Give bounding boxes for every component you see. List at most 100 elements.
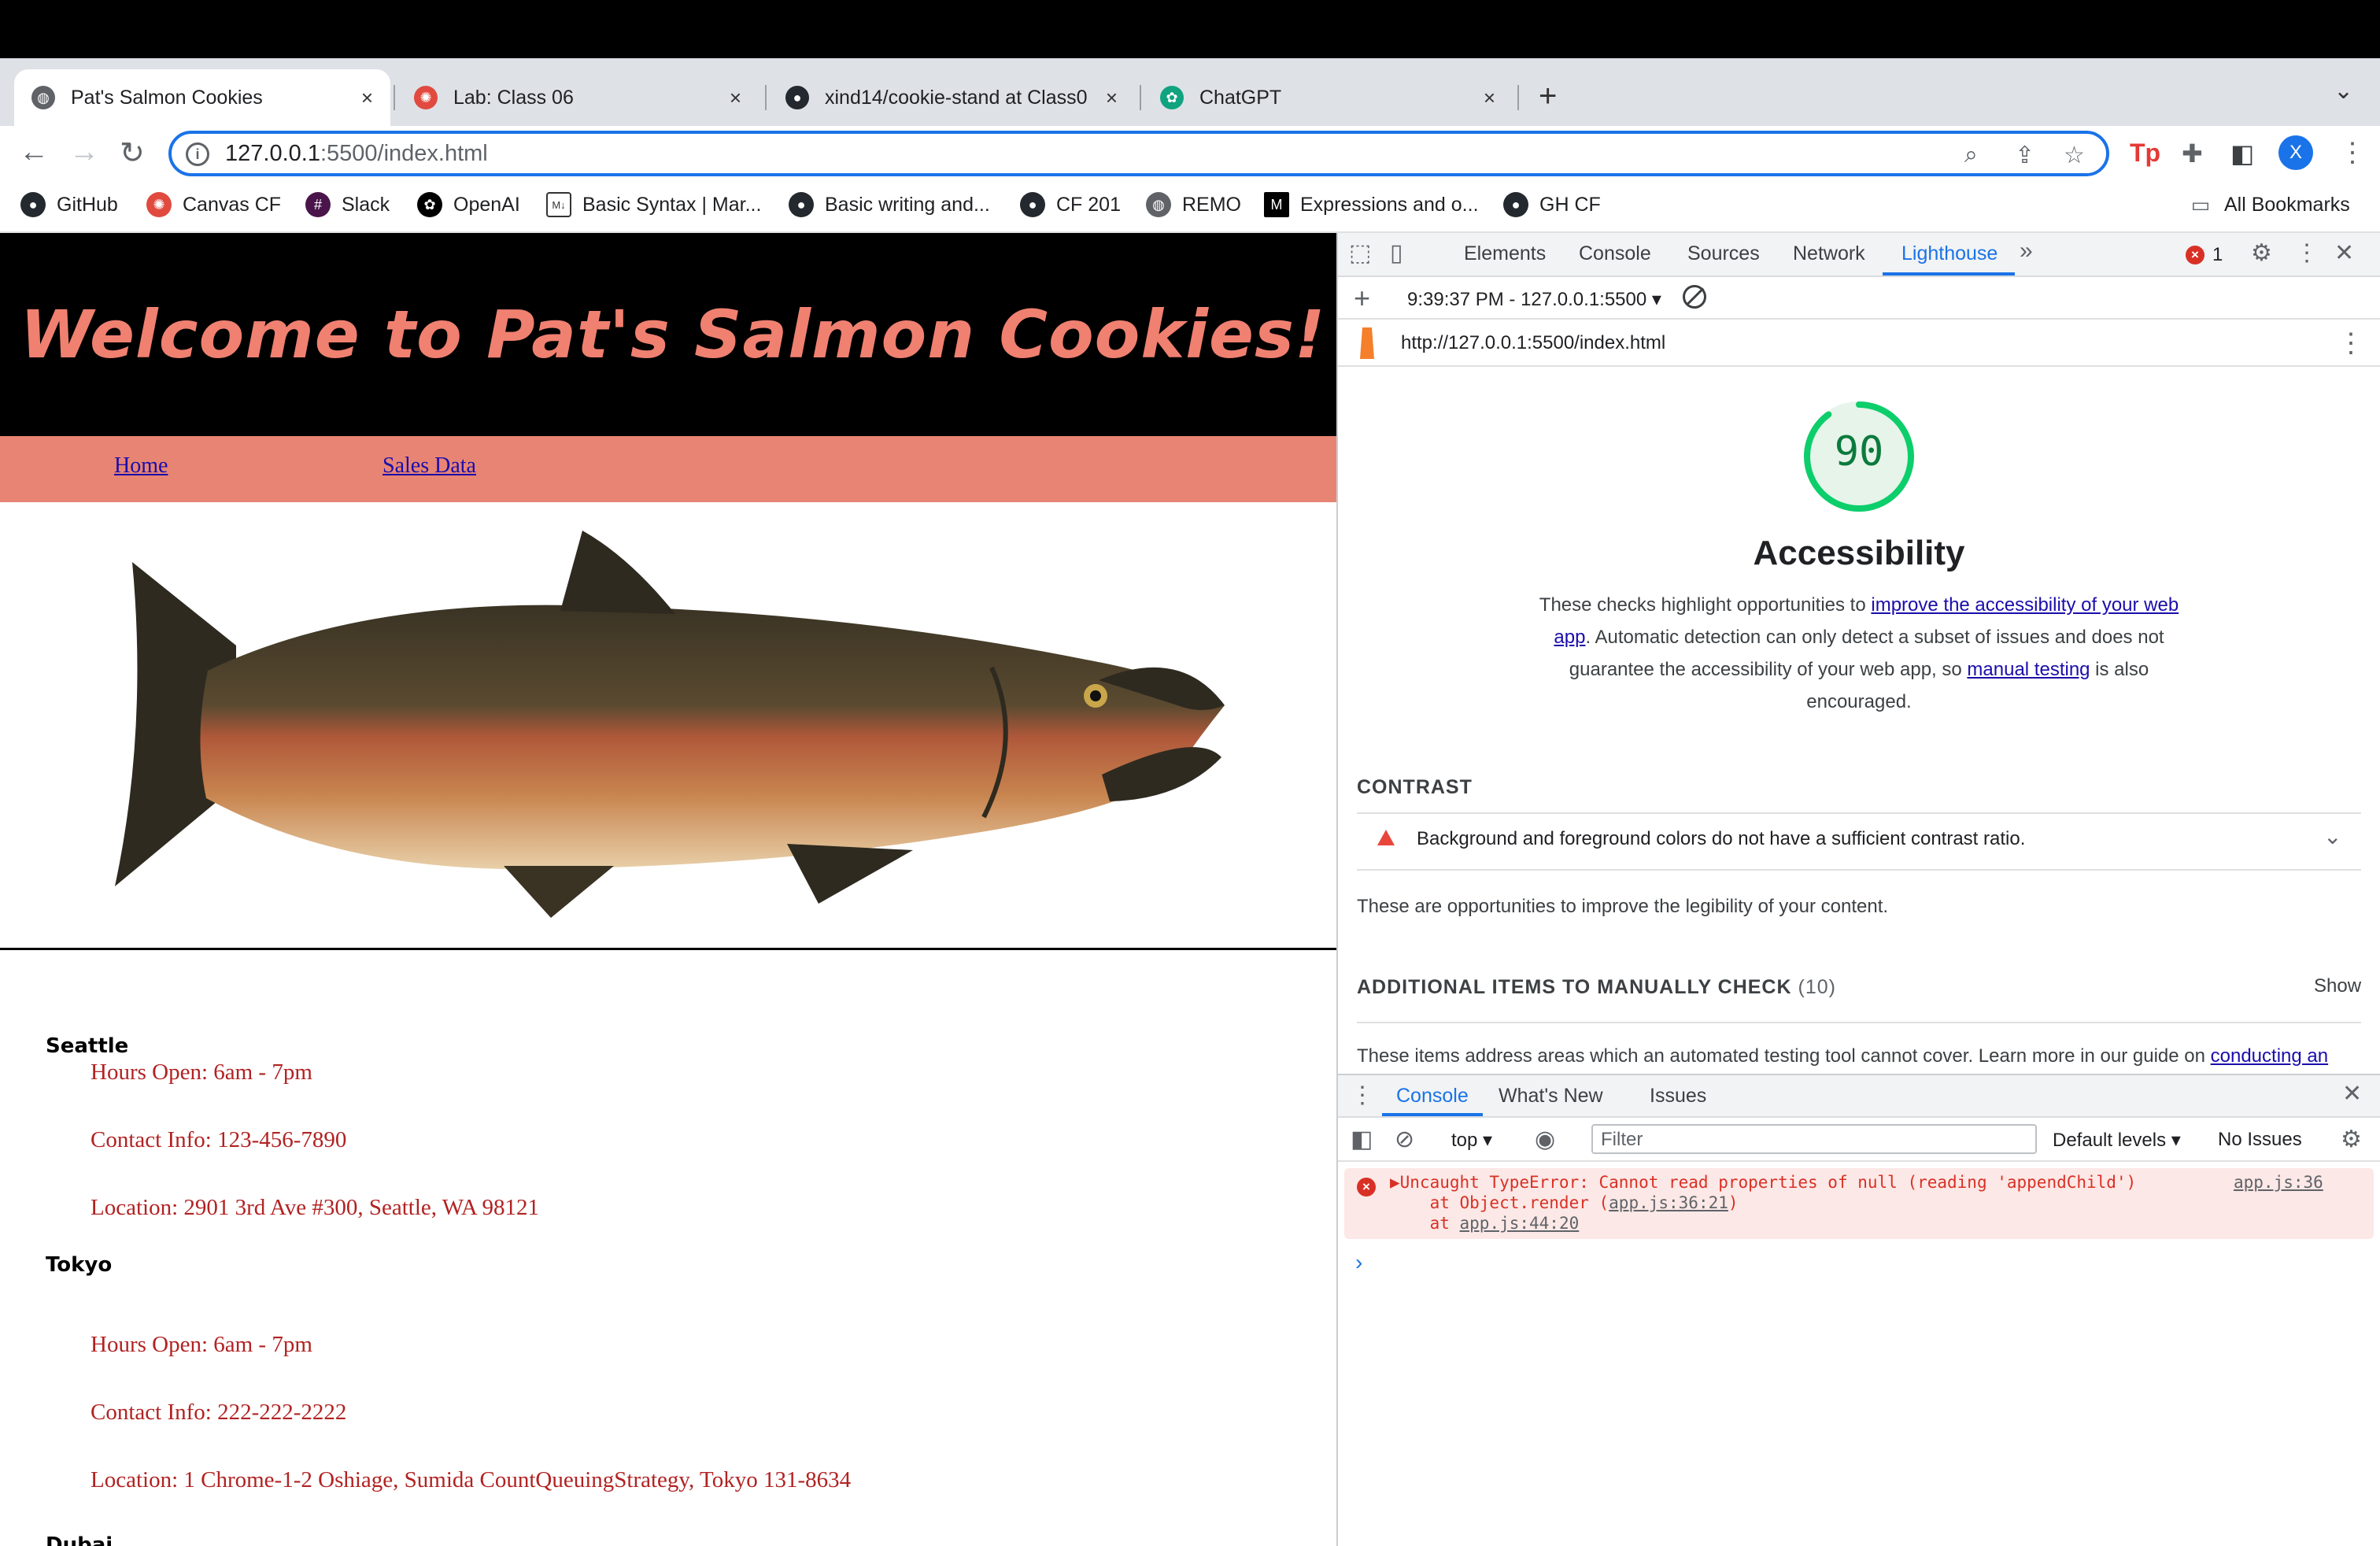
console-prompt[interactable]: › [1355,1250,1362,1275]
openai-icon: ✿ [417,192,442,217]
bookmarks-bar: ● GitHub ✺ Canvas CF # Slack ✿ OpenAI M↓ Basi… [0,183,2380,233]
lighthouse-url-row: http://127.0.0.1:5500/index.html ⋮ [1338,320,2380,367]
bookmark-gh-cf[interactable]: ● GH CF [1503,192,1601,217]
drawer-tab-whats-new[interactable]: What's New [1499,1085,1603,1108]
divider [0,948,1336,950]
new-tab-button[interactable]: + [1539,79,1557,114]
error-source-link[interactable]: app.js:36 [2234,1173,2323,1192]
device-toggle-icon[interactable]: ▯ [1390,239,1403,267]
folder-icon: ▭ [2190,192,2211,216]
tokyo-contact: Contact Info: 222-222-2222 [91,1400,347,1425]
divider [1357,869,2361,871]
close-icon[interactable]: × [1484,86,1495,110]
context-selector[interactable]: top ▾ [1451,1129,1492,1152]
close-icon[interactable]: × [1106,86,1118,110]
drawer-tabbar: ⋮ Console What's New Issues ✕ [1338,1075,2380,1118]
tab-console[interactable]: Console [1579,242,1651,265]
settings-gear-icon[interactable]: ⚙ [2251,239,2272,267]
live-expression-eye-icon[interactable]: ◉ [1535,1126,1555,1153]
manual-check-heading[interactable]: ADDITIONAL ITEMS TO MANUALLY CHECK (10) [1357,976,1836,999]
zoom-icon[interactable]: ⌕ [1964,142,1978,168]
issues-count[interactable]: No Issues [2218,1129,2302,1151]
tab-search-chevron-icon[interactable]: ⌄ [2334,77,2353,105]
new-report-icon[interactable]: + [1354,282,1370,315]
console-settings-gear-icon[interactable]: ⚙ [2341,1126,2362,1153]
all-bookmarks-button[interactable]: ▭ All Bookmarks [2188,192,2350,217]
city-heading-tokyo: Tokyo [46,1253,113,1277]
nav-link-home[interactable]: Home [114,453,168,479]
tab-pats-salmon-cookies[interactable]: ◍ Pat's Salmon Cookies × [14,69,390,126]
profile-avatar[interactable]: X [2278,135,2313,170]
browser-menu-icon[interactable]: ⋮ [2339,137,2366,168]
github-icon: ● [20,192,46,217]
bookmark-canvas-cf[interactable]: ✺ Canvas CF [146,192,281,217]
tab-lighthouse[interactable]: Lighthouse [1901,242,1998,265]
error-count-badge[interactable]: × 1 [2186,244,2223,266]
score-value: 90 [1834,428,1884,475]
globe-icon: ◍ [1146,192,1171,217]
report-menu-icon[interactable]: ⋮ [2338,327,2364,359]
site-info-icon[interactable]: i [186,142,209,166]
bookmark-slack[interactable]: # Slack [305,192,390,217]
nav-link-sales-data[interactable]: Sales Data [382,453,476,479]
tab-title: xind14/cookie-stand at Class0 [825,86,1088,109]
salmon-illustration [115,531,1225,918]
close-drawer-icon[interactable]: ✕ [2342,1080,2362,1108]
console-error-message[interactable]: × ▶Uncaught TypeError: Cannot read prope… [1344,1168,2374,1239]
bookmark-expressions[interactable]: M Expressions and o... [1264,192,1479,217]
bookmark-remo[interactable]: ◍ REMO [1146,192,1241,217]
tokyo-hours: Hours Open: 6am - 7pm [91,1332,312,1357]
tab-separator [765,85,767,110]
bookmark-github[interactable]: ● GitHub [20,192,118,217]
globe-icon: ◍ [31,86,55,109]
bookmark-star-icon[interactable]: ☆ [2064,142,2085,169]
tab-network[interactable]: Network [1793,242,1865,265]
extension-tp-icon[interactable]: Tp [2130,139,2160,168]
bookmark-openai[interactable]: ✿ OpenAI [417,192,520,217]
show-button[interactable]: Show [2314,975,2361,997]
error-icon: × [1357,1178,1376,1196]
clear-console-icon[interactable]: ⊘ [1395,1126,1414,1153]
url-text[interactable]: 127.0.0.1:5500/index.html [225,141,488,167]
reload-icon[interactable]: ↻ [120,135,145,171]
extensions-puzzle-icon[interactable]: ✚ [2182,139,2203,168]
stack-link[interactable]: app.js:36:21 [1609,1193,1728,1212]
bookmark-basic-syntax[interactable]: M↓ Basic Syntax | Mar... [546,192,761,217]
stack-frame-1: at Object.render (app.js:36:21) [1390,1193,1739,1212]
inspect-element-icon[interactable]: ⬚ [1349,239,1371,267]
bookmark-cf-201[interactable]: ● CF 201 [1020,192,1121,217]
sidebar-toggle-icon[interactable]: ◧ [1351,1126,1373,1153]
tab-sources[interactable]: Sources [1687,242,1760,265]
tab-separator [1140,85,1141,110]
city-heading-seattle: Seattle [46,1034,129,1058]
contrast-audit-row[interactable]: Background and foreground colors do not … [1357,816,2361,867]
stack-link[interactable]: app.js:44:20 [1460,1214,1580,1233]
forward-icon[interactable]: → [69,135,99,169]
salmon-image [0,502,1336,948]
drawer-menu-icon[interactable]: ⋮ [1351,1082,1374,1109]
more-tabs-icon[interactable]: » [2020,238,2033,264]
chevron-down-icon[interactable]: ⌄ [2323,823,2341,849]
tab-cookie-stand[interactable]: ● xind14/cookie-stand at Class0 × [768,69,1135,126]
tab-lab-class-06[interactable]: ✺ Lab: Class 06 × [397,69,759,126]
manual-testing-link[interactable]: manual testing [1967,659,2090,680]
bookmark-basic-writing[interactable]: ● Basic writing and... [789,192,990,217]
conducting-review-link[interactable]: conducting an [2211,1045,2328,1067]
drawer-tab-console[interactable]: Console [1396,1085,1469,1108]
omnibox[interactable]: i 127.0.0.1:5500/index.html ⌕ ⇪ ☆ [168,131,2109,176]
console-filter-input[interactable]: Filter [1591,1124,2037,1154]
close-icon[interactable]: × [361,86,373,110]
drawer-tab-issues[interactable]: Issues [1650,1085,1706,1108]
audit-title: Background and foreground colors do not … [1417,828,2026,849]
close-icon[interactable]: × [730,86,741,110]
tab-chatgpt[interactable]: ✿ ChatGPT × [1143,69,1513,126]
tab-elements[interactable]: Elements [1464,242,1546,265]
side-panel-icon[interactable]: ◧ [2230,139,2254,168]
devtools-menu-icon[interactable]: ⋮ [2295,239,2319,267]
share-icon[interactable]: ⇪ [2015,142,2034,169]
back-icon[interactable]: ← [19,135,49,169]
log-levels-dropdown[interactable]: Default levels ▾ [2053,1129,2181,1152]
clear-reports-icon[interactable] [1683,285,1706,309]
close-devtools-icon[interactable]: ✕ [2334,239,2354,267]
report-selector[interactable]: 9:39:37 PM - 127.0.0.1:5500 ▾ [1407,288,1661,311]
